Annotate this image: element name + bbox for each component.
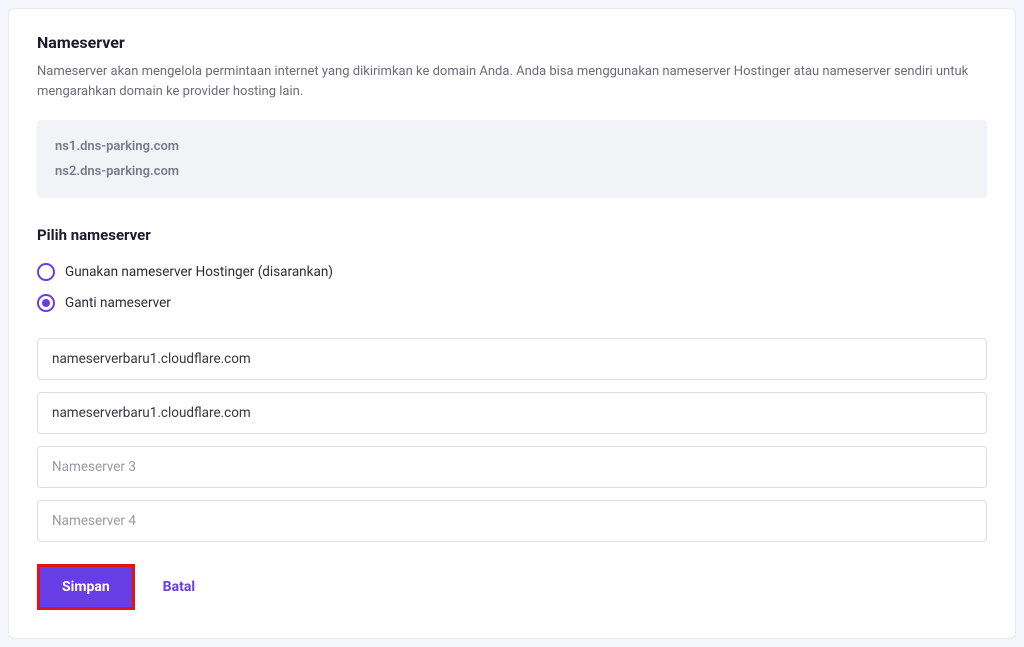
- save-button-highlight: Simpan: [37, 564, 135, 610]
- nameserver-1-input[interactable]: [37, 338, 987, 380]
- radio-custom[interactable]: Ganti nameserver: [37, 289, 987, 320]
- nameserver-3-input[interactable]: [37, 446, 987, 488]
- nameserver-radio-group: Gunakan nameserver Hostinger (disarankan…: [37, 258, 987, 320]
- actions-row: Simpan Batal: [37, 564, 987, 610]
- radio-icon: [37, 263, 55, 281]
- current-nameserver-box: ns1.dns-parking.com ns2.dns-parking.com: [37, 120, 987, 198]
- section-description: Nameserver akan mengelola permintaan int…: [37, 62, 987, 102]
- nameserver-card: Nameserver Nameserver akan mengelola per…: [8, 8, 1016, 639]
- radio-hostinger-label: Gunakan nameserver Hostinger (disarankan…: [65, 264, 333, 280]
- current-ns-2: ns2.dns-parking.com: [55, 159, 969, 184]
- radio-hostinger[interactable]: Gunakan nameserver Hostinger (disarankan…: [37, 258, 987, 289]
- current-ns-1: ns1.dns-parking.com: [55, 134, 969, 159]
- nameserver-4-input[interactable]: [37, 500, 987, 542]
- save-button[interactable]: Simpan: [40, 567, 132, 607]
- nameserver-inputs: [37, 338, 987, 542]
- section-title: Nameserver: [37, 33, 987, 52]
- choose-nameserver-heading: Pilih nameserver: [37, 226, 987, 244]
- nameserver-2-input[interactable]: [37, 392, 987, 434]
- cancel-button[interactable]: Batal: [163, 579, 195, 595]
- radio-icon: [37, 294, 55, 312]
- radio-custom-label: Ganti nameserver: [65, 295, 171, 311]
